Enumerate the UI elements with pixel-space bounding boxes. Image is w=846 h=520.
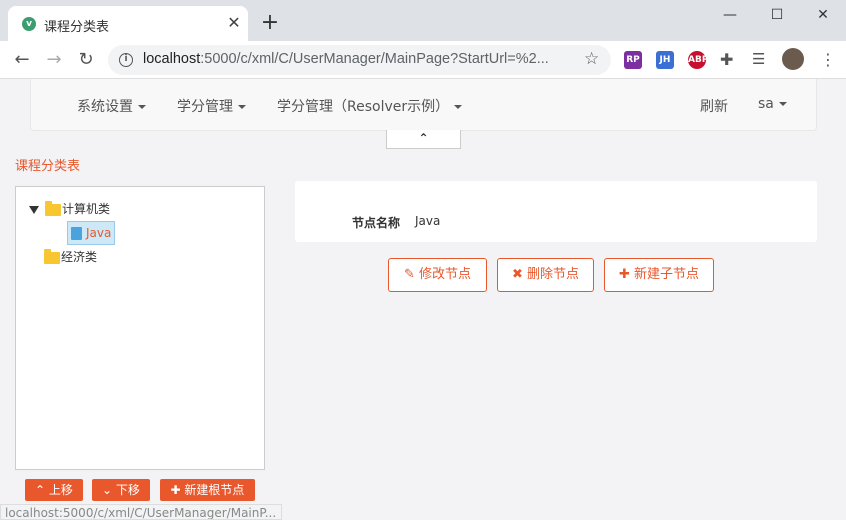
tree-node-economics[interactable]: 经济类: [44, 246, 97, 268]
node-name-label: 节点名称: [352, 216, 401, 230]
tree-node-label: 经济类: [61, 250, 98, 264]
chevron-up-icon: ⌃: [35, 483, 49, 497]
folder-icon: [44, 248, 60, 264]
tree-node-java[interactable]: Java: [67, 221, 116, 245]
forward-icon[interactable]: →: [42, 49, 66, 71]
tree-node-label: 计算机类: [62, 202, 111, 216]
reload-icon[interactable]: ↻: [74, 49, 98, 71]
chevron-down-icon: ⌄: [102, 483, 116, 497]
edit-node-label: 修改节点: [419, 267, 472, 282]
menu-label: 学分管理: [177, 99, 233, 115]
menu-label: 学分管理（Resolver示例）: [277, 99, 450, 115]
menu-label: 系统设置: [77, 99, 133, 115]
caret-down-icon: [454, 105, 463, 109]
edit-node-button[interactable]: ✎ 修改节点: [388, 258, 487, 292]
new-root-node-button[interactable]: ✚ 新建根节点: [160, 479, 255, 501]
move-down-label: 下移: [115, 483, 140, 497]
tab-close-icon[interactable]: ✕: [224, 13, 244, 33]
tree-node-label: Java: [86, 226, 112, 240]
move-up-label: 上移: [48, 483, 73, 497]
new-child-label: 新建子节点: [634, 267, 700, 282]
extensions-puzzle-icon[interactable]: ✚: [720, 50, 733, 69]
profile-avatar[interactable]: [782, 48, 804, 70]
node-detail-panel: 节点名称 Java: [295, 181, 817, 242]
new-tab-icon[interactable]: +: [258, 12, 282, 36]
caret-down-icon: [138, 105, 146, 109]
rp-extension-icon[interactable]: RP: [624, 51, 642, 69]
user-menu[interactable]: sa: [758, 96, 787, 112]
plus-icon: ✚: [170, 483, 185, 497]
edit-icon: ✎: [403, 267, 419, 282]
jh-extension-icon[interactable]: JH: [656, 51, 674, 69]
browser-tab[interactable]: v 课程分类表 ✕: [8, 6, 248, 41]
folder-icon: [45, 200, 61, 216]
plus-icon: ✚: [618, 267, 634, 282]
maximize-icon[interactable]: ☐: [760, 4, 794, 26]
browser-toolbar: ← → ↻ i localhost:5000/c/xml/C/UserManag…: [0, 41, 846, 79]
node-name-value: Java: [415, 214, 441, 228]
browser-tabstrip: v 课程分类表 ✕ + — ☐ ✕: [0, 0, 846, 41]
url-path: :5000/c/xml/C/UserManager/MainPage?Start…: [200, 51, 549, 67]
new-root-label: 新建根节点: [184, 483, 245, 497]
move-up-button[interactable]: ⌃ 上移: [25, 479, 83, 501]
collapse-navbar-button[interactable]: ⌃: [386, 130, 461, 149]
expand-toggle-icon[interactable]: [29, 205, 39, 214]
refresh-link[interactable]: 刷新: [700, 96, 728, 116]
status-bar-url: localhost:5000/c/xml/C/UserManager/MainP…: [0, 504, 282, 520]
bookmark-star-icon[interactable]: ☆: [584, 49, 599, 69]
caret-down-icon: [778, 102, 787, 106]
caret-down-icon: [238, 105, 246, 109]
window-close-icon[interactable]: ✕: [806, 4, 840, 26]
delete-x-icon: ✖: [511, 267, 527, 282]
user-name: sa: [758, 96, 774, 112]
file-icon: [71, 227, 82, 240]
category-tree[interactable]: 计算机类 Java 经济类: [15, 186, 265, 470]
url-text: localhost:5000/c/xml/C/UserManager/MainP…: [143, 51, 549, 67]
back-icon[interactable]: ←: [10, 49, 34, 71]
new-child-node-button[interactable]: ✚ 新建子节点: [604, 258, 714, 292]
tab-favicon-icon: v: [22, 17, 36, 31]
page-title: 课程分类表: [15, 159, 81, 174]
tree-node-computer[interactable]: 计算机类: [29, 198, 110, 220]
address-bar[interactable]: i localhost:5000/c/xml/C/UserManager/Mai…: [108, 45, 611, 75]
abp-extension-icon[interactable]: ABP: [688, 51, 708, 69]
info-icon[interactable]: i: [119, 53, 133, 67]
delete-node-label: 删除节点: [527, 267, 580, 282]
move-down-button[interactable]: ⌄ 下移: [92, 479, 150, 501]
menu-credit-management[interactable]: 学分管理: [177, 96, 246, 116]
delete-node-button[interactable]: ✖ 删除节点: [497, 258, 594, 292]
minimize-icon[interactable]: —: [713, 4, 747, 26]
menu-system-settings[interactable]: 系统设置: [77, 96, 146, 116]
url-host: localhost: [143, 51, 201, 67]
tab-title: 课程分类表: [44, 20, 110, 35]
browser-menu-icon[interactable]: ⋮: [820, 50, 836, 69]
chevron-up-icon: ⌃: [418, 131, 429, 145]
menu-credit-management-resolver[interactable]: 学分管理（Resolver示例）: [277, 96, 463, 116]
media-queue-icon[interactable]: ☰: [752, 50, 765, 68]
app-navbar: 系统设置 学分管理 学分管理（Resolver示例） 刷新 sa: [30, 79, 817, 131]
